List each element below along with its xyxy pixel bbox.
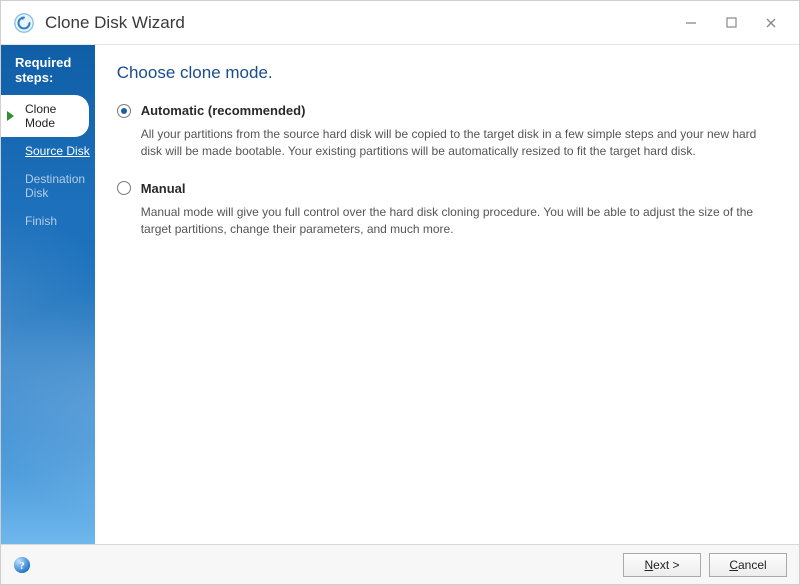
sidebar-step-label: Clone Mode [25,102,56,130]
sidebar: Required steps: Clone Mode Source Disk D… [1,45,95,544]
page-heading: Choose clone mode. [117,63,777,83]
option-automatic-row[interactable]: Automatic (recommended) [117,103,777,118]
main-content: Choose clone mode. Automatic (recommende… [95,45,799,544]
sidebar-step-destination-disk: Destination Disk [1,165,95,207]
help-icon[interactable]: ? [13,556,31,574]
titlebar: Clone Disk Wizard [1,1,799,45]
sidebar-step-finish: Finish [1,207,95,235]
wizard-window: Clone Disk Wizard Required steps: Clone … [0,0,800,585]
option-manual-title: Manual [141,181,186,196]
option-automatic-description: All your partitions from the source hard… [141,126,777,161]
next-hotkey: N [644,558,653,572]
cancel-label-rest: ancel [738,558,767,572]
svg-text:?: ? [19,560,25,572]
sidebar-step-label: Destination Disk [25,172,85,200]
sidebar-step-label: Finish [25,214,57,228]
window-controls [671,9,791,37]
app-icon [13,12,35,34]
maximize-button[interactable] [711,9,751,37]
close-button[interactable] [751,9,791,37]
next-label-rest: ext > [653,558,679,572]
cancel-hotkey: C [729,558,738,572]
option-manual-description: Manual mode will give you full control o… [141,204,777,239]
footer: ? Next > Cancel [1,544,799,584]
sidebar-step-clone-mode[interactable]: Clone Mode [1,95,89,137]
next-button[interactable]: Next > [623,553,701,577]
wizard-body: Required steps: Clone Mode Source Disk D… [1,45,799,544]
option-automatic-title: Automatic (recommended) [141,103,306,118]
cancel-button[interactable]: Cancel [709,553,787,577]
radio-manual[interactable] [117,181,131,195]
option-automatic: Automatic (recommended) All your partiti… [117,103,777,161]
sidebar-step-label: Source Disk [25,144,90,158]
option-manual-row[interactable]: Manual [117,181,777,196]
sidebar-step-source-disk[interactable]: Source Disk [1,137,95,165]
footer-buttons: Next > Cancel [623,553,787,577]
minimize-button[interactable] [671,9,711,37]
radio-automatic[interactable] [117,104,131,118]
window-title: Clone Disk Wizard [45,13,185,33]
sidebar-header: Required steps: [1,45,95,95]
option-manual: Manual Manual mode will give you full co… [117,181,777,239]
